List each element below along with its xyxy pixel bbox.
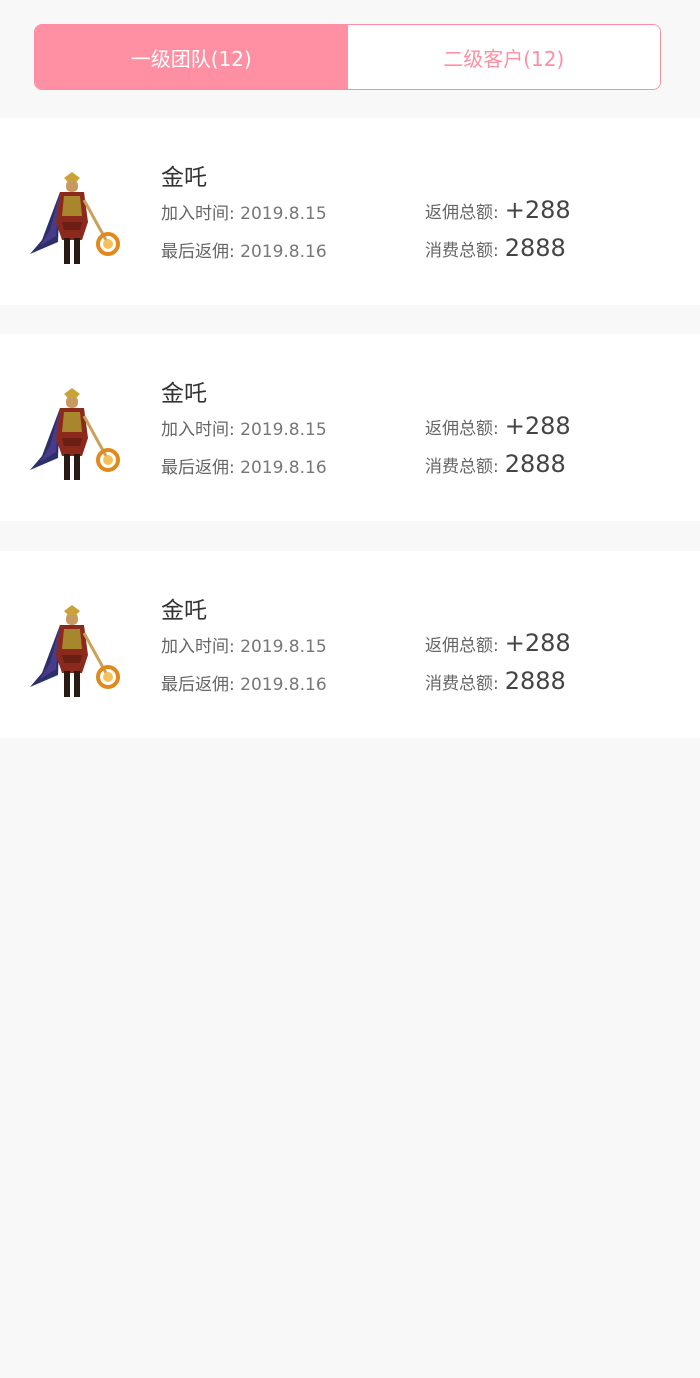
commission-total-value: +288 [504, 629, 571, 657]
spend-total-label: 消费总额: [425, 241, 499, 261]
join-time-row: 加入时间: 2019.8.15 [161, 632, 327, 657]
spend-total-value: 2888 [504, 234, 566, 262]
hero-avatar-icon [30, 172, 120, 264]
commission-total-value: +288 [504, 412, 571, 440]
hero-avatar-icon [30, 388, 120, 480]
last-commission-label: 最后返佣: [161, 458, 241, 478]
commission-total-value: +288 [504, 196, 571, 224]
member-name: 金吒 [161, 381, 207, 407]
commission-total-label: 返佣总额: [425, 636, 499, 656]
last-commission-row: 最后返佣: 2019.8.16 [161, 670, 327, 695]
last-commission-value: 2019.8.16 [240, 675, 327, 695]
last-commission-label: 最后返佣: [161, 242, 241, 262]
join-time-label: 加入时间: [161, 637, 241, 657]
last-commission-value: 2019.8.16 [240, 242, 327, 262]
join-time-label: 加入时间: [161, 420, 241, 440]
last-commission-value: 2019.8.16 [240, 458, 327, 478]
spend-total-row: 消费总额: 2888 [425, 667, 566, 695]
spend-total-row: 消费总额: 2888 [425, 234, 566, 262]
join-time-row: 加入时间: 2019.8.15 [161, 415, 327, 440]
team-page: 一级团队(12) 二级客户(12) 金吒 加入时间: 2019.8.15 最后返… [0, 0, 700, 1378]
last-commission-row: 最后返佣: 2019.8.16 [161, 237, 327, 262]
spend-total-value: 2888 [504, 667, 566, 695]
commission-total-row: 返佣总额: +288 [425, 629, 571, 657]
tab-second-level-customers[interactable]: 二级客户(12) [347, 25, 660, 89]
last-commission-label: 最后返佣: [161, 675, 241, 695]
commission-total-label: 返佣总额: [425, 203, 499, 223]
spend-total-row: 消费总额: 2888 [425, 450, 566, 478]
commission-total-row: 返佣总额: +288 [425, 196, 571, 224]
member-name: 金吒 [161, 598, 207, 624]
member-card[interactable]: 金吒 加入时间: 2019.8.15 最后返佣: 2019.8.16 返佣总额:… [0, 118, 700, 305]
tab-first-level-team[interactable]: 一级团队(12) [35, 25, 348, 89]
join-time-label: 加入时间: [161, 204, 241, 224]
last-commission-row: 最后返佣: 2019.8.16 [161, 453, 327, 478]
join-time-value: 2019.8.15 [240, 420, 327, 440]
member-card[interactable]: 金吒 加入时间: 2019.8.15 最后返佣: 2019.8.16 返佣总额:… [0, 551, 700, 738]
spend-total-value: 2888 [504, 450, 566, 478]
hero-avatar-icon [30, 605, 120, 697]
spend-total-label: 消费总额: [425, 457, 499, 477]
join-time-value: 2019.8.15 [240, 637, 327, 657]
member-card[interactable]: 金吒 加入时间: 2019.8.15 最后返佣: 2019.8.16 返佣总额:… [0, 334, 700, 521]
join-time-value: 2019.8.15 [240, 204, 327, 224]
commission-total-label: 返佣总额: [425, 419, 499, 439]
join-time-row: 加入时间: 2019.8.15 [161, 199, 327, 224]
level-tab-switcher: 一级团队(12) 二级客户(12) [34, 24, 661, 90]
commission-total-row: 返佣总额: +288 [425, 412, 571, 440]
spend-total-label: 消费总额: [425, 674, 499, 694]
member-name: 金吒 [161, 165, 207, 191]
